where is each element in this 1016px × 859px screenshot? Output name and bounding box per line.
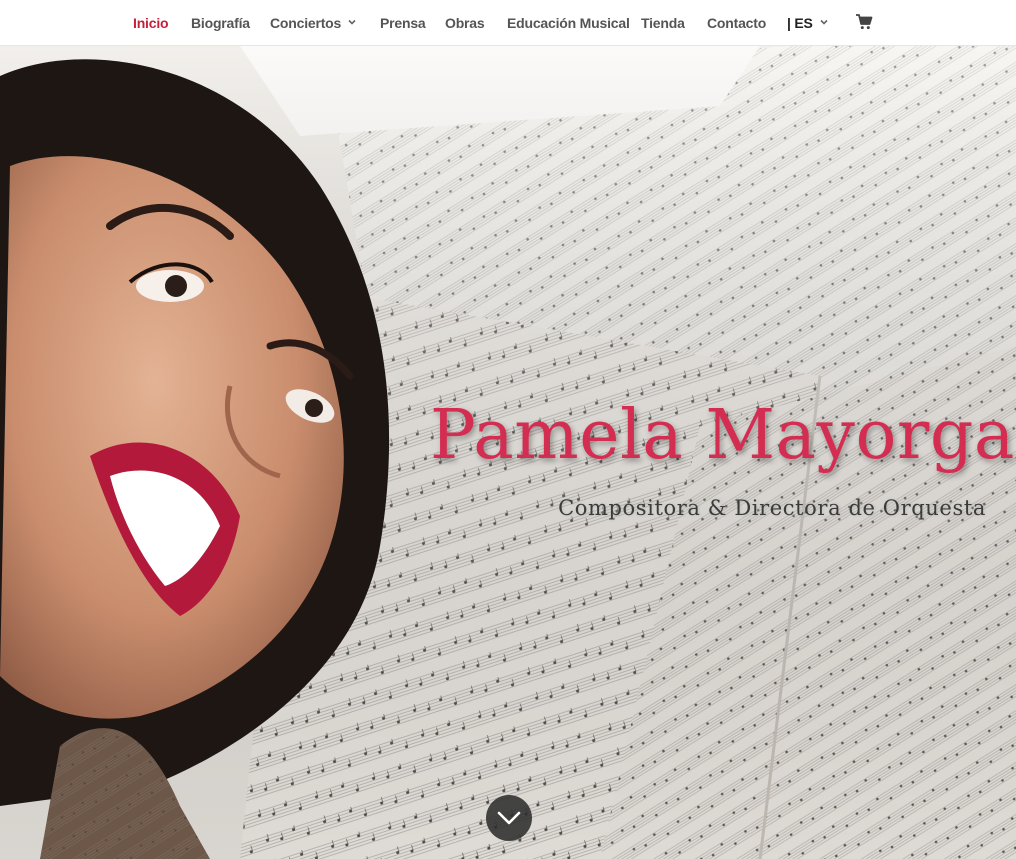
nav-item-prensa[interactable]: Prensa <box>380 14 426 32</box>
nav-item-obras[interactable]: Obras <box>445 14 485 32</box>
top-navigation: Inicio Biografía Conciertos Prensa Obras… <box>0 0 1016 46</box>
nav-item-biografia[interactable]: Biografía <box>191 14 250 32</box>
language-switcher[interactable]: | ES <box>787 14 829 32</box>
language-label: | ES <box>787 15 813 31</box>
nav-item-tienda[interactable]: Tienda <box>641 14 685 32</box>
nav-item-inicio[interactable]: Inicio <box>133 14 169 32</box>
scroll-down-button[interactable] <box>486 795 532 841</box>
hero-subtitle: Compositora & Directora de Orquesta <box>558 496 986 520</box>
hero-title: Pamela Mayorga <box>430 396 1015 475</box>
nav-item-educacion-musical[interactable]: Educación Musical <box>507 14 630 32</box>
shopping-cart-icon[interactable] <box>855 13 873 31</box>
chevron-down-icon <box>497 811 521 825</box>
chevron-down-icon <box>819 17 829 27</box>
nav-item-contacto[interactable]: Contacto <box>707 14 766 32</box>
chevron-down-icon <box>347 17 357 27</box>
hero-section: Pamela Mayorga Compositora & Directora d… <box>0 46 1016 859</box>
nav-item-conciertos-label: Conciertos <box>270 15 342 31</box>
nav-item-conciertos[interactable]: Conciertos <box>270 14 357 32</box>
